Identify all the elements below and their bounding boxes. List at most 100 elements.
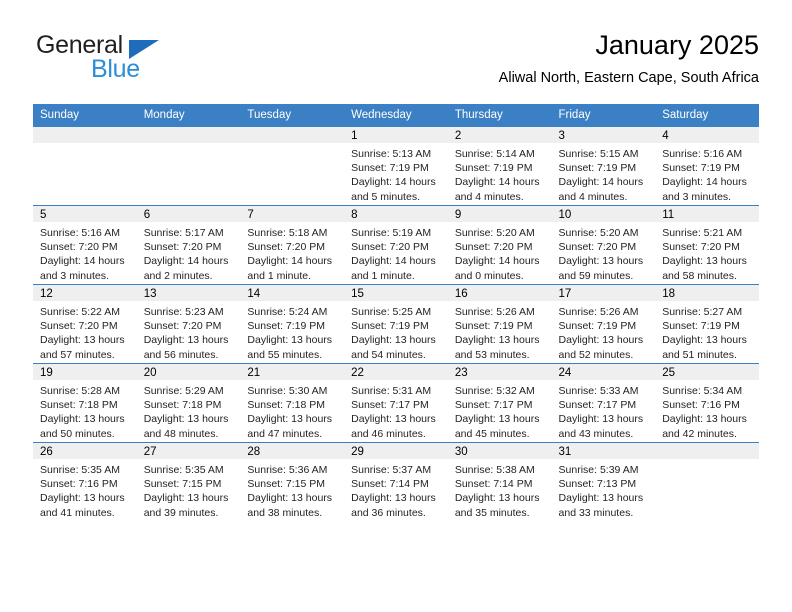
calendar-day-cell[interactable]: 7 Sunrise: 5:18 AM Sunset: 7:20 PM Daylight…	[240, 205, 345, 285]
day-detail-line: and 57 minutes.	[40, 348, 115, 361]
calendar-day-cell[interactable]: 14 Sunrise: 5:24 AM Sunset: 7:19 PM Dayligh…	[240, 284, 345, 364]
calendar-day-cell[interactable]: 29 Sunrise: 5:37 AM Sunset: 7:14 PM Dayligh…	[344, 442, 448, 521]
day-number: 22	[344, 364, 448, 380]
day-details: Sunrise: 5:37 AM Sunset: 7:14 PM Daylight:…	[344, 459, 448, 520]
day-detail-line: and 51 minutes.	[662, 348, 737, 361]
day-detail-line: Sunrise: 5:30 AM	[247, 385, 328, 397]
day-detail-line: Daylight: 13 hours	[351, 492, 436, 505]
day-details: Sunrise: 5:16 AM Sunset: 7:19 PM Daylight:…	[655, 143, 759, 204]
day-details: Sunrise: 5:22 AM Sunset: 7:20 PM Daylight:…	[33, 301, 137, 362]
day-number	[655, 443, 759, 459]
day-number: 23	[447, 364, 552, 380]
day-detail-line: and 53 minutes.	[454, 348, 530, 361]
calendar-day-cell[interactable]: 21 Sunrise: 5:30 AM Sunset: 7:18 PM Dayligh…	[240, 363, 345, 443]
day-details: Sunrise: 5:24 AM Sunset: 7:19 PM Daylight:…	[240, 301, 344, 362]
day-detail-line: Sunrise: 5:16 AM	[40, 227, 120, 239]
day-number: 8	[344, 206, 448, 222]
day-detail-line: Sunset: 7:19 PM	[247, 320, 326, 333]
calendar-day-cell[interactable]: 28 Sunrise: 5:36 AM Sunset: 7:15 PM Dayligh…	[240, 442, 345, 521]
calendar-day-cell[interactable]: 15 Sunrise: 5:25 AM Sunset: 7:19 PM Dayligh…	[344, 284, 448, 364]
day-detail-line: Sunset: 7:17 PM	[558, 399, 637, 412]
day-detail-line: Sunrise: 5:35 AM	[40, 464, 120, 476]
calendar-day-cell[interactable]: 31 Sunrise: 5:39 AM Sunset: 7:13 PM Dayligh…	[551, 442, 656, 521]
day-detail-line: and 43 minutes.	[558, 427, 634, 440]
calendar-day-cell[interactable]: 11 Sunrise: 5:21 AM Sunset: 7:20 PM Dayligh…	[655, 205, 759, 285]
day-detail-line: Sunrise: 5:21 AM	[662, 227, 743, 239]
day-detail-line: Sunset: 7:18 PM	[143, 399, 222, 412]
day-detail-line: and 52 minutes.	[558, 348, 634, 361]
day-detail-line: and 33 minutes.	[558, 506, 634, 519]
calendar-day-cell[interactable]: 22 Sunrise: 5:31 AM Sunset: 7:17 PM Dayligh…	[344, 363, 448, 443]
day-details: Sunrise: 5:25 AM Sunset: 7:19 PM Daylight:…	[344, 301, 448, 362]
weekday-header-wednesday: Wednesday	[344, 104, 448, 127]
day-detail-line: and 5 minutes.	[351, 190, 420, 203]
day-details: Sunrise: 5:16 AM Sunset: 7:20 PM Daylight:…	[33, 222, 137, 283]
calendar-day-cell[interactable]: 9 Sunrise: 5:20 AM Sunset: 7:20 PM Daylight…	[447, 205, 552, 285]
day-detail-line: Sunrise: 5:26 AM	[558, 306, 639, 318]
calendar-day-cell[interactable]: 27 Sunrise: 5:35 AM Sunset: 7:15 PM Dayligh…	[136, 442, 241, 521]
day-details: Sunrise: 5:29 AM Sunset: 7:18 PM Daylight:…	[137, 380, 241, 441]
day-detail-line: Sunset: 7:19 PM	[558, 320, 637, 333]
general-blue-logo[interactable]: General Blue	[33, 32, 233, 88]
calendar-day-cell[interactable]: 30 Sunrise: 5:38 AM Sunset: 7:14 PM Dayligh…	[447, 442, 552, 521]
day-number: 30	[447, 443, 552, 459]
page-subtitle: Aliwal North, Eastern Cape, South Africa	[498, 70, 759, 86]
day-detail-line: Sunset: 7:19 PM	[454, 320, 533, 333]
day-detail-line: Sunset: 7:20 PM	[143, 320, 222, 333]
calendar-day-cell[interactable]: 18 Sunrise: 5:27 AM Sunset: 7:19 PM Dayligh…	[655, 284, 759, 364]
day-detail-line: and 1 minute.	[247, 269, 312, 282]
calendar-day-cell[interactable]: 17 Sunrise: 5:26 AM Sunset: 7:19 PM Dayligh…	[551, 284, 656, 364]
day-detail-line: Sunrise: 5:22 AM	[40, 306, 120, 318]
day-detail-line: Sunrise: 5:31 AM	[351, 385, 432, 397]
page-title: January 2025	[595, 30, 759, 60]
calendar-day-cell[interactable]: 8 Sunrise: 5:19 AM Sunset: 7:20 PM Daylight…	[344, 205, 448, 285]
day-detail-line: Sunrise: 5:26 AM	[454, 306, 535, 318]
day-detail-line: Daylight: 13 hours	[247, 492, 333, 505]
day-detail-line: Daylight: 14 hours	[558, 176, 644, 189]
day-details: Sunrise: 5:20 AM Sunset: 7:20 PM Daylight:…	[448, 222, 552, 283]
day-number: 28	[240, 443, 345, 459]
calendar-day-cell[interactable]: 1 Sunrise: 5:13 AM Sunset: 7:19 PM Daylight…	[344, 127, 448, 206]
day-details: Sunrise: 5:13 AM Sunset: 7:19 PM Daylight:…	[344, 143, 448, 204]
day-detail-line: Daylight: 13 hours	[247, 334, 333, 347]
day-detail-line: and 50 minutes.	[40, 427, 115, 440]
calendar-day-cell[interactable]: 16 Sunrise: 5:26 AM Sunset: 7:19 PM Dayligh…	[447, 284, 552, 364]
day-detail-line: and 3 minutes.	[662, 190, 732, 203]
calendar-day-cell[interactable]: 10 Sunrise: 5:20 AM Sunset: 7:20 PM Dayligh…	[551, 205, 656, 285]
calendar-day-cell[interactable]: 24 Sunrise: 5:33 AM Sunset: 7:17 PM Dayligh…	[551, 363, 656, 443]
day-detail-line: and 36 minutes.	[351, 506, 426, 519]
day-details: Sunrise: 5:31 AM Sunset: 7:17 PM Daylight:…	[344, 380, 448, 441]
day-detail-line: Sunset: 7:15 PM	[247, 478, 326, 491]
day-number: 16	[447, 285, 552, 301]
calendar-day-cell[interactable]: 19 Sunrise: 5:28 AM Sunset: 7:18 PM Dayligh…	[33, 363, 137, 443]
day-detail-line: Daylight: 14 hours	[454, 176, 540, 189]
day-detail-line: and 2 minutes.	[143, 269, 213, 282]
calendar-day-cell[interactable]: 26 Sunrise: 5:35 AM Sunset: 7:16 PM Dayligh…	[33, 442, 137, 521]
calendar-day-cell[interactable]: 2 Sunrise: 5:14 AM Sunset: 7:19 PM Daylight…	[447, 127, 552, 206]
calendar-day-cell[interactable]: 12 Sunrise: 5:22 AM Sunset: 7:20 PM Dayligh…	[33, 284, 137, 364]
calendar-day-cell[interactable]: 25 Sunrise: 5:34 AM Sunset: 7:16 PM Dayligh…	[655, 363, 759, 443]
day-details: Sunrise: 5:26 AM Sunset: 7:19 PM Daylight:…	[552, 301, 656, 362]
day-detail-line: Daylight: 14 hours	[351, 255, 436, 268]
day-detail-line: Daylight: 13 hours	[454, 413, 540, 426]
day-detail-line: Daylight: 13 hours	[351, 334, 436, 347]
day-detail-line: Sunset: 7:18 PM	[40, 399, 118, 412]
weekday-header-thursday: Thursday	[447, 104, 552, 127]
weekday-header-saturday: Saturday	[655, 104, 759, 127]
calendar-day-cell[interactable]: 20 Sunrise: 5:29 AM Sunset: 7:18 PM Dayligh…	[136, 363, 241, 443]
day-details: Sunrise: 5:36 AM Sunset: 7:15 PM Daylight:…	[240, 459, 344, 520]
day-details: Sunrise: 5:32 AM Sunset: 7:17 PM Daylight:…	[448, 380, 552, 441]
day-detail-line: and 3 minutes.	[40, 269, 109, 282]
day-detail-line: and 4 minutes.	[558, 190, 628, 203]
calendar-day-cell[interactable]: 3 Sunrise: 5:15 AM Sunset: 7:19 PM Daylight…	[551, 127, 656, 206]
calendar-day-cell[interactable]: 5 Sunrise: 5:16 AM Sunset: 7:20 PM Daylight…	[33, 205, 137, 285]
calendar-day-cell[interactable]: 13 Sunrise: 5:23 AM Sunset: 7:20 PM Dayligh…	[136, 284, 241, 364]
calendar-body: 1 Sunrise: 5:13 AM Sunset: 7:19 PM Daylight…	[33, 127, 759, 521]
calendar-day-cell[interactable]: 6 Sunrise: 5:17 AM Sunset: 7:20 PM Daylight…	[136, 205, 241, 285]
day-number: 4	[655, 127, 759, 143]
day-detail-line: Daylight: 13 hours	[558, 492, 644, 505]
day-detail-line: Sunset: 7:14 PM	[351, 478, 429, 491]
calendar-day-cell[interactable]: 23 Sunrise: 5:32 AM Sunset: 7:17 PM Dayligh…	[447, 363, 552, 443]
day-details: Sunrise: 5:14 AM Sunset: 7:19 PM Daylight:…	[448, 143, 552, 204]
calendar-day-cell[interactable]: 4 Sunrise: 5:16 AM Sunset: 7:19 PM Daylight…	[655, 127, 759, 206]
